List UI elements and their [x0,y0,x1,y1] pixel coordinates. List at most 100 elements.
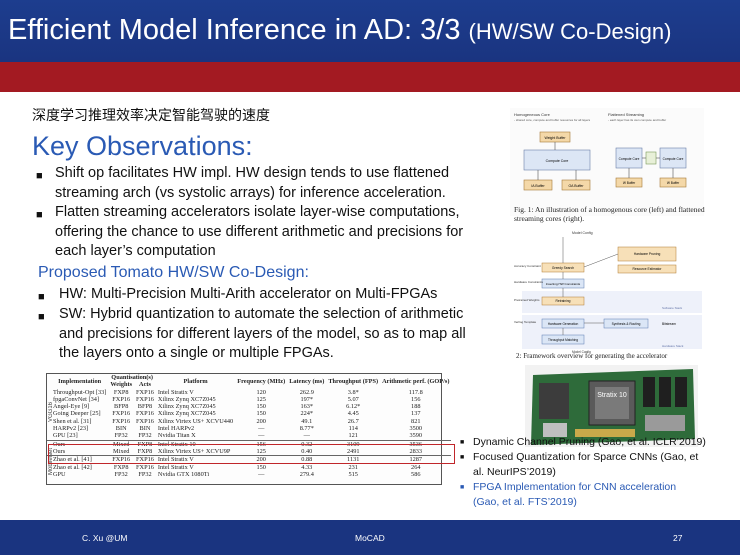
col-header: Latency (ms) [289,377,325,385]
table-cell: FP32 [138,470,152,478]
proposed-heading: Proposed Tomato HW/SW Co-Design: [38,264,309,281]
col-header: Implementation [58,377,102,385]
table-cell: BFP8 [137,403,153,411]
fig1-block-label: W Buffer [667,181,680,185]
fig1-block-label: Compute Core [663,157,684,161]
table-row: Zhao et al. [42] FXP8 FXP16 Intel Stratix V… [47,464,451,471]
fig1-block-label: W Buffer [623,181,636,185]
table-cell: 3500 [409,425,423,433]
bullet-line: streaming arch (vs systolic arrays) for … [55,184,446,201]
col-header: Frequency (MHz) [237,377,286,385]
fig2-block-label: Hardware Generation [548,322,579,326]
chinese-heading: 深度学习推理效率决定智能驾驶的速度 [32,108,270,124]
table-cell: 279.4 [299,470,314,478]
table-cell: 188 [411,403,421,411]
reference-line: FPGA Implementation for CNN acceleration [473,481,677,493]
table-cell: FXP16 [136,395,154,403]
table-cell: — [258,432,265,440]
observation-bullet-1: Shift op facilitates HW impl. HW design … [55,164,449,203]
table-cell: FP32 [114,432,128,440]
table-cell: 121 [348,432,358,440]
table-cell: 200 [256,417,266,425]
bullet-square-icon: ■ [38,291,45,303]
table-cell: 150 [256,463,266,471]
board-chip-label: Stratix 10 [597,392,627,399]
table-cell: FXP16 [136,388,154,396]
col-header: Platform [183,377,208,385]
fig2-label: Hardware Stack [662,344,684,348]
accent-stripe [0,62,740,92]
col-header: Throughput (FPS) [328,377,379,385]
col-header: Acts [139,381,151,389]
table-cell: 3590 [409,432,423,440]
key-observations-heading: Key Observations: [32,131,253,161]
fig2-label: Pretrained Weights [514,298,540,302]
proposed-bullet-hw: HW: Multi-Precision Multi-Arith accelera… [59,285,437,305]
table-cell: — [258,425,265,433]
bullet-line: Flatten streaming accelerators isolate l… [55,204,460,220]
fig1-left-sub: - shared core, compute and buffer resour… [514,118,591,122]
fig1-block-label: Compute Core [619,157,640,161]
table-cell: FXP16 [136,463,154,471]
footer-course: MoCAD [355,533,385,543]
figure-1-caption: Fig. 1: An illustration of a homogenous … [514,205,705,223]
bullet-line: Shift op facilitates HW impl. HW design … [55,165,450,181]
table-cell: — [303,432,310,440]
reference-line: (Gao, et al. FTS’2019) [473,496,577,508]
reference-line: Dynamic Channel Pruning (Gao, et al. ICL… [473,436,706,448]
table-cell: 26.7 [347,417,359,425]
col-header: Weights [110,381,133,389]
fig2-block-label: Inserting HW Constraints [546,282,581,286]
table-cell: 262.9 [299,388,314,396]
bullet-line: the layers onto a single or multiple FPG… [59,345,334,361]
bullet-line: HW: Multi-Precision Multi-Arith accelera… [59,286,438,302]
fig2-label: Accuracy Constraint [514,264,541,268]
table-cell: 163* [300,403,314,411]
table-cell: 150 [256,410,266,418]
bullet-square-icon: ■ [36,209,43,221]
col-header: Arithmetic perf. (GOP/s) [382,377,450,385]
table-row: GPU [23] FP32 FP32 Nvidia Titan X — — 121 3590 [47,432,451,440]
table-cell: Nvidia GTX 1080Ti [157,470,210,478]
table-row: Shen et al. [31] FXP16 FXP16 Xilinx Virtex … [47,418,451,425]
table-cell: Throughput-Opt [33] [53,388,107,396]
title-main: Efficient Model Inference in AD: 3/3 [8,14,461,46]
reference-line: Focused Quantization for Sparce CNNs (Ga… [473,451,699,463]
table-cell: 156 [411,395,421,403]
fig2-block-label: Bitstream [662,322,676,326]
table-row: Throughput-Opt [33] FXP8 FXP16 Intel Strati… [47,389,451,396]
table-cell: Xilinx Zynq XC7Z045 [157,403,216,411]
fig1-block-label: IA Buffer [531,184,545,188]
table-cell: FXP16 [112,410,131,418]
bullet-square-icon: ■ [460,484,465,491]
page-number: 27 [673,533,683,543]
table-cell: Intel HARPv2 [157,425,195,433]
table-cell: FXP16 [136,417,154,425]
table-cell: 264 [411,463,421,471]
table-cell: Intel Stratix V [157,463,194,471]
bullet-line: each layer’s computation [55,243,216,259]
reference-line: al. NeurIPS’2019) [473,466,556,478]
group-header: Quantisation(s) [111,374,153,381]
fig1-block-label: Weight Buffer [544,136,566,140]
table-cell: Xilinx Virtex US+ XCVU440 [157,417,234,425]
reference-item: FPGA Implementation for CNN acceleration… [473,480,676,510]
table-cell: FXP8 [113,388,129,396]
table-cell: 125 [256,395,266,403]
table-row: Angel-Eye [9] BFP8 BFP8 Xilinx Zynq XC7Z045… [47,403,451,410]
table-cell: 120 [256,388,266,396]
table-cell: 821 [411,417,421,425]
title-subtitle: (HW/SW Co-Design) [468,19,672,44]
bullet-square-icon: ■ [36,170,43,182]
fig1-block-label: Compute Core [546,159,569,163]
reference-item: Focused Quantization for Sparce CNNs (Ga… [473,450,698,480]
fig1-left-title: Homogeneous Core [514,112,551,117]
table-cell: 197* [300,395,314,403]
fig2-block-label: Model Config [572,231,593,235]
table-cell: Intel Stratix V [157,388,194,396]
table-cell: Xilinx Zynq XC7Z045 [157,410,216,418]
slide-title: Efficient Model Inference in AD: 3/3 (HW… [8,14,671,47]
table-cell: BIN [139,425,151,433]
table-cell: 515 [348,470,358,478]
table-cell: 3.8* [347,388,359,396]
